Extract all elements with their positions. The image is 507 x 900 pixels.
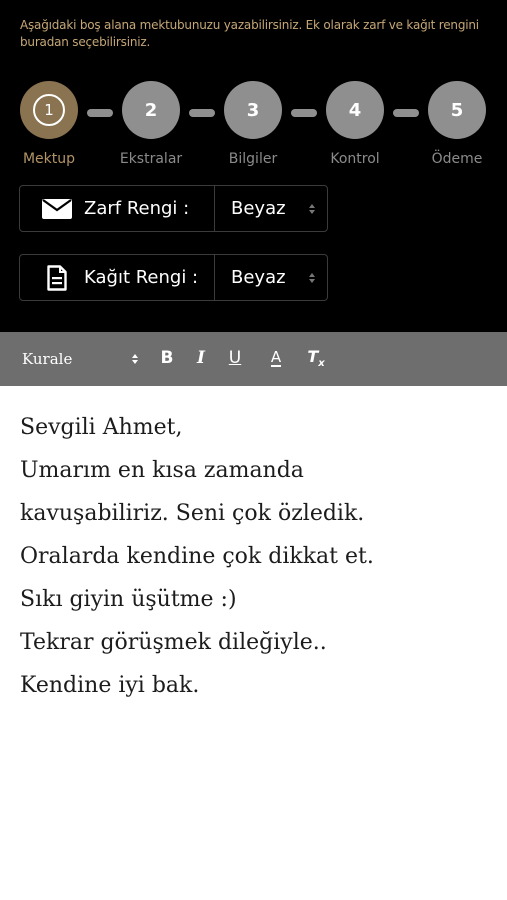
step-3-button[interactable]: 3 xyxy=(224,81,282,139)
letter-line: Tekrar görüşmek dileğiyle.. xyxy=(20,630,327,655)
font-select[interactable]: Kurale xyxy=(22,332,138,386)
select-arrows-icon xyxy=(132,354,138,364)
intro-text: Aşağıdaki boş alana mektubunuzu yazabili… xyxy=(20,18,479,49)
step-5-label: Ödeme xyxy=(431,151,483,167)
letter-line: Kendine iyi bak. xyxy=(20,673,200,698)
step-2-number: 2 xyxy=(144,99,158,121)
letter-line: Sıkı giyin üşütme :) xyxy=(20,587,237,612)
step-4-button[interactable]: 4 xyxy=(326,81,384,139)
step-1-button[interactable]: 1 xyxy=(20,81,78,139)
envelope-color-value: Beyaz xyxy=(231,198,286,219)
step-3-label: Bilgiler xyxy=(228,151,278,167)
select-arrows-icon xyxy=(309,203,315,214)
envelope-icon xyxy=(40,198,74,219)
paper-color-label: Kağıt Rengi : xyxy=(84,267,199,288)
select-arrows-icon xyxy=(309,272,315,283)
document-icon xyxy=(40,264,74,291)
step-connector xyxy=(189,109,215,117)
font-select-value: Kurale xyxy=(22,350,73,368)
step-progress: 1 2 3 4 5 Mektup Ekstralar Bilgiler Kont… xyxy=(0,78,507,168)
bold-button[interactable]: B xyxy=(154,345,180,371)
letter-line: Oralarda kendine çok dikkat et. xyxy=(20,544,374,569)
step-4-number: 4 xyxy=(348,99,362,121)
step-1-label: Mektup xyxy=(22,151,76,167)
font-color-button[interactable]: A xyxy=(263,345,289,371)
letter-editor[interactable]: Sevgili Ahmet, Umarım en kısa zamanda ka… xyxy=(0,386,507,707)
step-5-number: 5 xyxy=(450,99,464,121)
step-connector xyxy=(291,109,317,117)
step-2-label: Ekstralar xyxy=(119,151,183,167)
step-4-label: Kontrol xyxy=(330,151,380,167)
step-connector xyxy=(87,109,113,117)
envelope-color-select[interactable]: Zarf Rengi : Beyaz xyxy=(19,185,328,232)
font-color-icon: A xyxy=(270,348,282,367)
paper-color-select[interactable]: Kağıt Rengi : Beyaz xyxy=(19,254,328,301)
clear-format-icon: Tx xyxy=(307,346,325,370)
envelope-color-label: Zarf Rengi : xyxy=(84,198,190,219)
underline-icon: U xyxy=(228,348,242,368)
clear-format-button[interactable]: Tx xyxy=(303,345,329,371)
letter-settings-panel: Aşağıdaki boş alana mektubunuzu yazabili… xyxy=(0,0,507,332)
letter-line: Umarım en kısa zamanda xyxy=(20,458,304,483)
bold-icon: B xyxy=(160,348,174,368)
step-connector xyxy=(393,109,419,117)
letter-line: kavuşabiliriz. Seni çok özledik. xyxy=(20,501,365,526)
step-1-number: 1 xyxy=(44,101,54,119)
step-2-button[interactable]: 2 xyxy=(122,81,180,139)
letter-line: Sevgili Ahmet, xyxy=(20,415,183,440)
underline-button[interactable]: U xyxy=(222,345,248,371)
step-5-button[interactable]: 5 xyxy=(428,81,486,139)
italic-button[interactable]: I xyxy=(188,345,214,371)
editor-toolbar: Kurale B I U A Tx xyxy=(0,332,507,386)
paper-color-value: Beyaz xyxy=(231,267,286,288)
step-3-number: 3 xyxy=(246,99,260,121)
italic-icon: I xyxy=(197,348,205,368)
